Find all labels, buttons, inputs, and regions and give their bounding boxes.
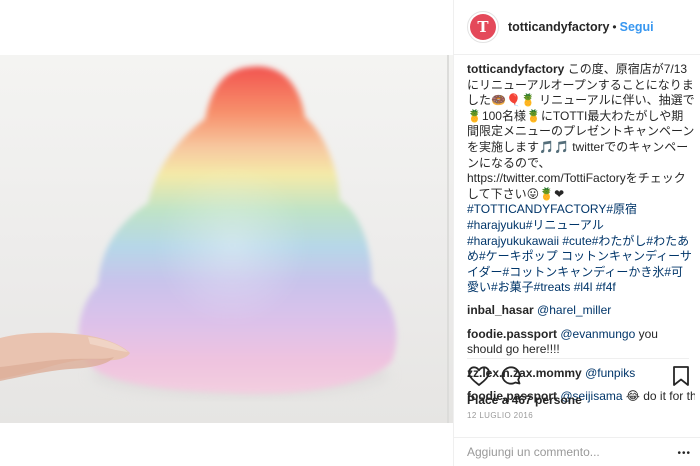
caption-text: この度、原宿店が7/13にリニューアルオープンすることになりました🍩🎈🍍 リニュ…: [467, 62, 695, 201]
comment-item: foodie.passport @evanmungo you should go…: [467, 327, 695, 358]
header-username[interactable]: totticandyfactory: [508, 20, 609, 34]
comment-input[interactable]: [467, 445, 667, 459]
avatar-logo: T: [470, 14, 496, 40]
heart-icon[interactable]: [467, 364, 491, 393]
add-comment-bar: •••: [454, 437, 700, 466]
divider: [467, 358, 689, 359]
post-caption: totticandyfactory この度、原宿店が7/13にリニューアルオープ…: [467, 62, 695, 296]
post-side-panel: T totticandyfactory • Segui totticandyfa…: [453, 0, 700, 466]
comment-mention[interactable]: @harel_miller: [537, 303, 611, 317]
likes-count[interactable]: Piace a 467 persone: [467, 393, 582, 407]
comments-list: totticandyfactory この度、原宿店が7/13にリニューアルオープ…: [467, 62, 695, 413]
caption-username[interactable]: totticandyfactory: [467, 62, 564, 76]
comment-username[interactable]: inbal_hasar: [467, 303, 534, 317]
more-options-icon[interactable]: •••: [677, 449, 691, 459]
header-separator: •: [612, 20, 617, 34]
comment-username[interactable]: foodie.passport: [467, 327, 557, 341]
post-header: T totticandyfactory • Segui: [454, 0, 700, 55]
post-date: 12 LUGLIO 2016: [467, 411, 534, 420]
bookmark-icon[interactable]: [669, 364, 693, 393]
comment-icon[interactable]: [499, 364, 523, 393]
caption-hashtags[interactable]: #TOTTICANDYFACTORY#原宿 #harajyuku#リニューアル …: [467, 202, 692, 294]
avatar-letter: T: [477, 18, 489, 36]
cotton-candy-illustration: [0, 55, 449, 423]
comment-mention[interactable]: @evanmungo: [560, 327, 635, 341]
post-image[interactable]: [0, 55, 453, 423]
follow-button[interactable]: Segui: [620, 20, 654, 34]
action-bar: [467, 364, 693, 390]
comment-item: inbal_hasar @harel_miller: [467, 303, 695, 319]
avatar[interactable]: T: [467, 11, 499, 43]
